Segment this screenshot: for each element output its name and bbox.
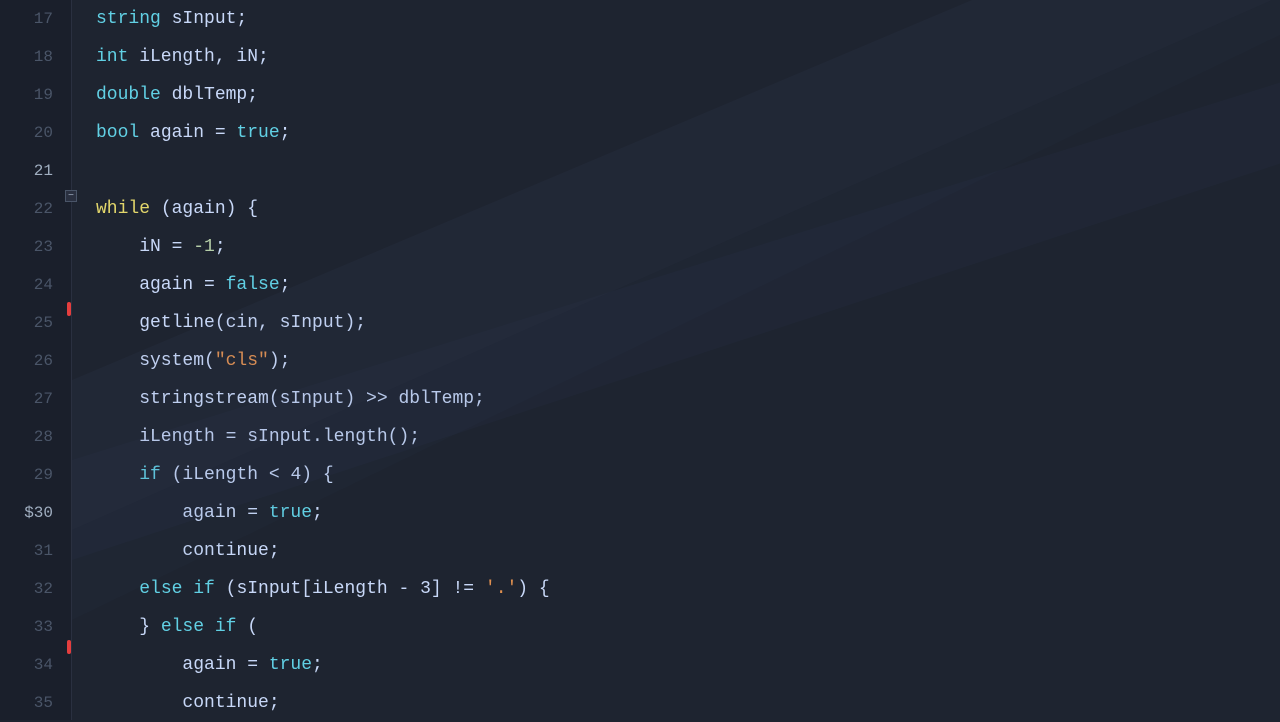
code-line-17: string sInput; (96, 0, 1280, 38)
code-line-19: double dblTemp; (96, 76, 1280, 114)
code-line-31: else if (sInput[iLength - 3] != '.') { (96, 570, 1280, 608)
line-num-35: 35 (0, 684, 61, 722)
keyword-false: false (226, 266, 280, 304)
line-num-26: 26 (0, 342, 61, 380)
line-num-32: 32 (0, 570, 61, 608)
code-line-27: iLength = sInput.length(); (96, 418, 1280, 456)
scrollbar-marker-top (67, 302, 71, 316)
line-num-34: 34 (0, 646, 61, 684)
code-line-25: system("cls"); (96, 342, 1280, 380)
line-num-30: $30 (0, 494, 61, 532)
code-line-34: continue; (96, 684, 1280, 720)
code-line-33: again = true; (96, 646, 1280, 684)
line-num-20: 20 (0, 114, 61, 152)
code-line-28: if (iLength < 4) { (96, 456, 1280, 494)
line-num-24: 24 (0, 266, 61, 304)
keyword-string: string (96, 0, 161, 38)
code-line-23: again = false; (96, 266, 1280, 304)
line-num-28: 28 (0, 418, 61, 456)
keyword-true-2: true (269, 494, 312, 532)
line-num-31: 31 (0, 532, 61, 570)
char-dot: '.' (485, 570, 517, 608)
keyword-int: int (96, 38, 128, 76)
line-num-22: 22 (0, 190, 61, 228)
scrollbar-marker-bottom (67, 640, 71, 654)
code-line-22: iN = -1; (96, 228, 1280, 266)
string-cls: "cls" (215, 342, 269, 380)
line-num-23: 23 (0, 228, 61, 266)
line-num-17: 17 (0, 0, 61, 38)
keyword-if-1: if (139, 456, 161, 494)
code-line-21: while (again) { (96, 190, 1280, 228)
line-numbers: 17 18 19 20 21 22 23 24 25 26 27 28 29 $… (0, 0, 72, 720)
line-num-18: 18 (0, 38, 61, 76)
code-line-26: stringstream(sInput) >> dblTemp; (96, 380, 1280, 418)
code-line-blank (96, 152, 1280, 190)
keyword-true: true (236, 114, 279, 152)
line-num-29: 29 (0, 456, 61, 494)
keyword-true-3: true (269, 646, 312, 684)
code-line-32: } else if ( (96, 608, 1280, 646)
line-num-33: 33 (0, 608, 61, 646)
keyword-while-main: while (96, 190, 150, 228)
code-area: string sInput; int iLength, iN; double d… (72, 0, 1280, 720)
code-editor: 17 18 19 20 21 22 23 24 25 26 27 28 29 $… (0, 0, 1280, 720)
line-num-21: 21 (0, 152, 61, 190)
number-neg1: -1 (193, 228, 215, 266)
keyword-double: double (96, 76, 161, 114)
keyword-else-if-2: else if (161, 608, 237, 646)
keyword-bool: bool (96, 114, 139, 152)
code-line-20: bool again = true; (96, 114, 1280, 152)
code-line-18: int iLength, iN; (96, 38, 1280, 76)
code-line-29: again = true; (96, 494, 1280, 532)
code-line-30: continue; (96, 532, 1280, 570)
line-num-25: 25 (0, 304, 61, 342)
code-line-24: getline(cin, sInput); (96, 304, 1280, 342)
line-num-27: 27 (0, 380, 61, 418)
fold-icon[interactable]: − (65, 190, 77, 202)
line-num-19: 19 (0, 76, 61, 114)
keyword-else-if-1: else if (139, 570, 215, 608)
